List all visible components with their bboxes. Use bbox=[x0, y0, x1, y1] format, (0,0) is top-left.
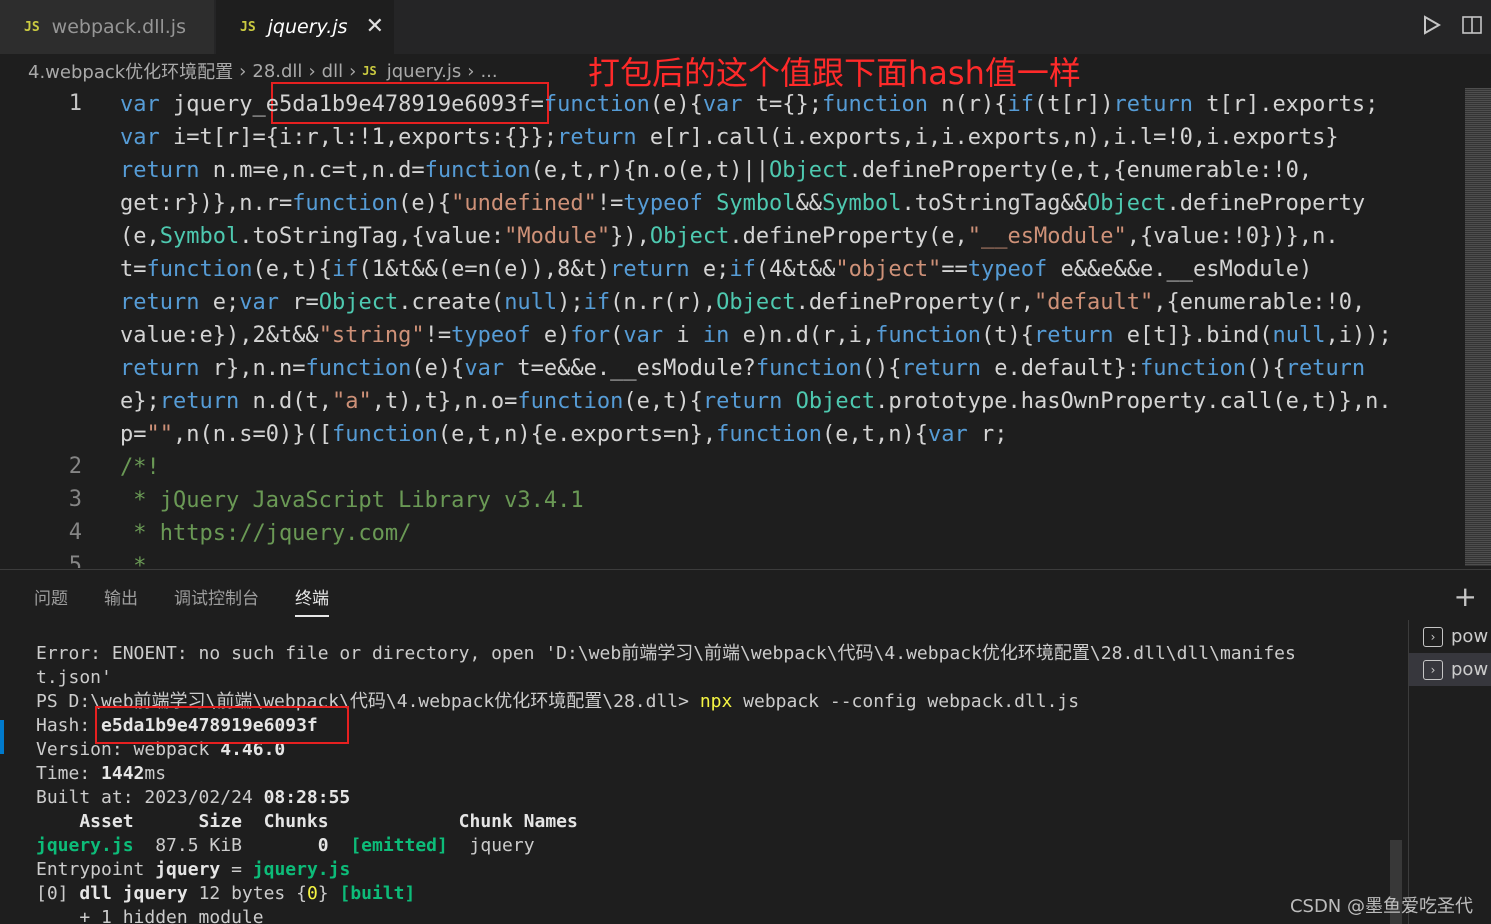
terminal-command: webpack --config webpack.dll.js bbox=[732, 691, 1080, 712]
entrypoint-label: Entrypoint bbox=[36, 859, 156, 880]
line-number: 4 bbox=[68, 520, 82, 545]
entrypoint-name: jquery bbox=[155, 859, 221, 880]
asset-emitted: [emitted] bbox=[350, 835, 448, 856]
chevron-right-icon: › bbox=[308, 60, 316, 82]
built-time: 08:28:55 bbox=[263, 787, 351, 808]
code-line-1-row: var jquery_e5da1b9e478919e6093f=function… bbox=[120, 92, 1379, 117]
watermark: CSDN @墨鱼爱吃圣代 bbox=[1289, 896, 1473, 917]
built-label: Built at: 2023/02/24 bbox=[36, 787, 264, 808]
breadcrumb-item[interactable]: dll bbox=[322, 61, 343, 82]
tab-jquery-js[interactable]: JS jquery.js ✕ bbox=[216, 0, 394, 54]
line-number: 2 bbox=[68, 454, 82, 479]
terminal-list: › pow › pow bbox=[1408, 620, 1491, 924]
terminal-icon: › bbox=[1423, 626, 1443, 647]
tab-output[interactable]: 输出 bbox=[104, 584, 138, 617]
split-editor-icon[interactable] bbox=[1461, 12, 1483, 38]
line-number: 1 bbox=[68, 91, 82, 116]
new-terminal-plus-icon[interactable]: + bbox=[1454, 580, 1477, 613]
terminal-command-npx: npx bbox=[699, 691, 733, 712]
breadcrumb-item[interactable]: jquery.js bbox=[387, 61, 462, 82]
breadcrumb-item[interactable]: ... bbox=[480, 61, 497, 82]
terminal-line: t.json' bbox=[36, 667, 112, 688]
js-file-icon: JS bbox=[240, 19, 256, 35]
dll-close: } bbox=[317, 883, 340, 904]
panel-tabs: 问题 输出 调试控制台 终端 bbox=[34, 584, 329, 617]
tab-label: webpack.dll.js bbox=[51, 16, 186, 38]
code-line-4: * https://jquery.com/ bbox=[120, 521, 412, 546]
code-line-1-row: (e,Symbol.toStringTag,{value:"Module"}),… bbox=[120, 224, 1339, 249]
code-line-5: * bbox=[120, 554, 147, 568]
tab-terminal[interactable]: 终端 bbox=[295, 584, 329, 617]
terminal-list-item[interactable]: › pow bbox=[1409, 620, 1491, 653]
terminal-list-item[interactable]: › pow bbox=[1409, 653, 1491, 686]
tab-debug-console[interactable]: 调试控制台 bbox=[174, 584, 259, 617]
breadcrumb-item[interactable]: 28.dll bbox=[252, 61, 302, 82]
active-line-marker bbox=[0, 720, 4, 754]
js-file-icon: JS bbox=[362, 64, 377, 78]
line-number: 3 bbox=[68, 487, 82, 512]
breadcrumb-item[interactable]: 4.webpack优化环境配置 bbox=[28, 58, 233, 84]
js-file-icon: JS bbox=[24, 19, 40, 35]
code-line-1-row: var i=t[r]={i:r,l:!1,exports:{}};return … bbox=[120, 125, 1339, 150]
dll-prefix: [0] bbox=[36, 883, 80, 904]
bottom-panel: 问题 输出 调试控制台 终端 + › pow › pow Error: ENOE… bbox=[0, 569, 1491, 924]
code-line-1-row: get:r})},n.r=function(e){"undefined"!=ty… bbox=[120, 191, 1366, 216]
terminal-name: pow bbox=[1451, 626, 1489, 647]
dll-name: dll jquery bbox=[79, 883, 188, 904]
code-line-1-row: t=function(e,t){if(1&t&&(e=n(e)),8&t)ret… bbox=[120, 257, 1313, 282]
tab-webpack-dll-js[interactable]: JS webpack.dll.js bbox=[0, 0, 214, 54]
code-line-3: * jQuery JavaScript Library v3.4.1 bbox=[120, 488, 584, 513]
code-editor[interactable]: 1 2 3 4 5 var jquery_e5da1b9e478919e6093… bbox=[0, 88, 1491, 568]
hash-label: Hash: bbox=[36, 715, 102, 736]
asset-name: jquery.js bbox=[36, 835, 134, 856]
code-line-1-row: return e;var r=Object.create(null);if(n.… bbox=[120, 290, 1366, 315]
code-line-1-row: value:e}),2&t&&"string"!=typeof e)for(va… bbox=[120, 323, 1392, 348]
chevron-right-icon: › bbox=[349, 60, 357, 82]
terminal-icon: › bbox=[1423, 659, 1443, 680]
tab-label: jquery.js bbox=[267, 16, 348, 38]
code-line-2: /*! bbox=[120, 455, 160, 480]
minimap[interactable] bbox=[1465, 88, 1491, 566]
asset-chunk: 0 bbox=[317, 835, 329, 856]
time-unit: ms bbox=[144, 763, 167, 784]
code-line-1-row: return r},n.n=function(e){var t=e&&e.__e… bbox=[120, 356, 1366, 381]
asset-size: 87.5 KiB bbox=[133, 835, 318, 856]
highlight-box-terminal-hash bbox=[95, 706, 349, 744]
editor-actions bbox=[1421, 12, 1483, 38]
chevron-right-icon: › bbox=[239, 60, 247, 82]
tab-problems[interactable]: 问题 bbox=[34, 584, 68, 617]
dll-built: [built] bbox=[339, 883, 416, 904]
line-number: 5 bbox=[68, 553, 82, 568]
dll-id: 0 bbox=[306, 883, 318, 904]
close-icon[interactable]: ✕ bbox=[366, 14, 384, 39]
entrypoint-eq: = bbox=[220, 859, 253, 880]
time-label: Time: bbox=[36, 763, 102, 784]
terminal-output[interactable]: Error: ENOENT: no such file or directory… bbox=[36, 642, 1296, 924]
entrypoint-file: jquery.js bbox=[252, 859, 351, 880]
run-icon[interactable] bbox=[1421, 12, 1443, 38]
asset-chunk-name: jquery bbox=[447, 835, 535, 856]
asset-table-header: Asset Size Chunks Chunk Names bbox=[36, 811, 578, 832]
chevron-right-icon: › bbox=[467, 60, 475, 82]
terminal-name: pow bbox=[1451, 659, 1489, 680]
code-line-1-row: e};return n.d(t,"a",t),t},n.o=function(e… bbox=[120, 389, 1392, 414]
hidden-modules: + 1 hidden module bbox=[36, 907, 264, 924]
dll-size: 12 bytes { bbox=[187, 883, 307, 904]
code-line-1-row: return n.m=e,n.c=t,n.d=function(e,t,r){n… bbox=[120, 158, 1313, 183]
editor-tab-bar: JS webpack.dll.js JS jquery.js ✕ bbox=[0, 0, 1491, 54]
time-value: 1442 bbox=[101, 763, 145, 784]
code-line-1-row: p="",n(n.s=0)}([function(e,t,n){e.export… bbox=[120, 422, 1008, 447]
terminal-line: Error: ENOENT: no such file or directory… bbox=[36, 643, 1296, 664]
